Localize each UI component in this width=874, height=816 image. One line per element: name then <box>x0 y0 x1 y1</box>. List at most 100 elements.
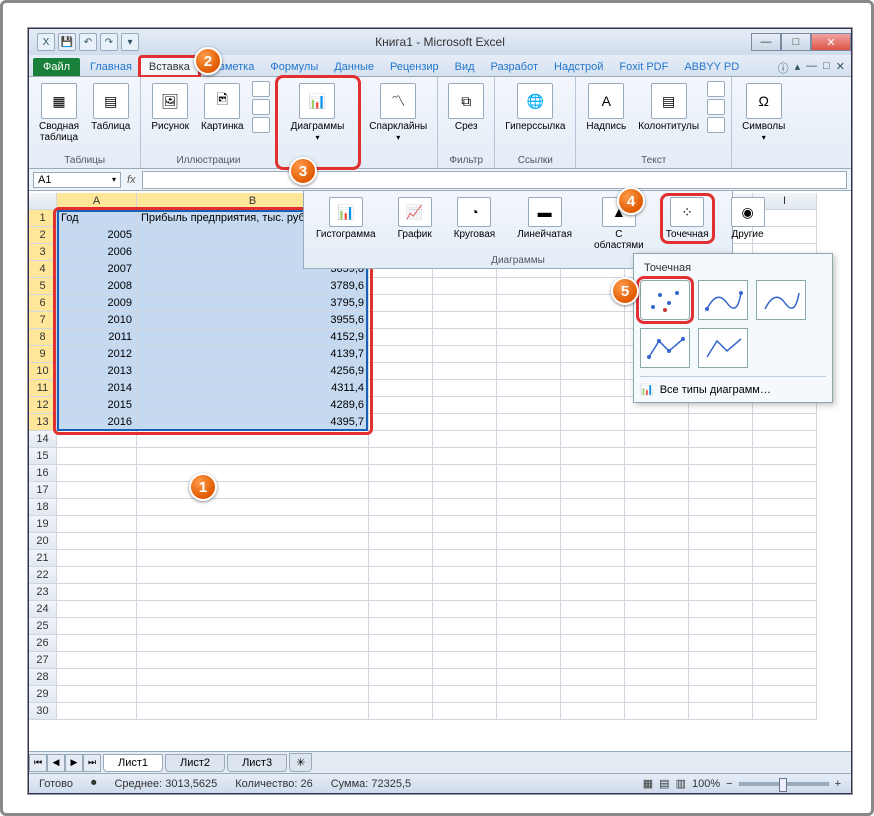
cell[interactable] <box>57 516 137 533</box>
cell[interactable] <box>369 465 433 482</box>
cell[interactable] <box>689 482 753 499</box>
scatter-lines-option[interactable] <box>698 328 748 368</box>
cell[interactable] <box>57 499 137 516</box>
cell[interactable] <box>689 601 753 618</box>
object-icon[interactable] <box>707 117 725 133</box>
row-header[interactable]: 27 <box>29 652 57 669</box>
name-box[interactable]: A1▾ <box>33 172 121 188</box>
table-button[interactable]: ▤ Таблица <box>87 81 134 134</box>
clipart-button[interactable]: 🖻 Картинка <box>197 81 248 134</box>
cell[interactable] <box>369 346 433 363</box>
cell[interactable] <box>497 363 561 380</box>
symbols-button[interactable]: Ω Символы ▾ <box>738 81 789 145</box>
hyperlink-button[interactable]: 🌐 Гиперссылка <box>501 81 569 134</box>
row-header[interactable]: 6 <box>29 295 57 312</box>
cell[interactable] <box>561 618 625 635</box>
cell[interactable] <box>497 295 561 312</box>
cell[interactable] <box>433 584 497 601</box>
cell[interactable] <box>497 465 561 482</box>
doc-max-icon[interactable]: □ <box>823 60 830 76</box>
cell[interactable] <box>753 652 817 669</box>
cell[interactable]: 2006 <box>57 244 137 261</box>
cell[interactable] <box>369 431 433 448</box>
cell[interactable] <box>57 686 137 703</box>
sheet-nav-first[interactable]: ⏮ <box>29 754 47 772</box>
cell[interactable] <box>137 550 369 567</box>
pivot-table-button[interactable]: ▦ Сводная таблица <box>35 81 83 145</box>
cell[interactable] <box>753 550 817 567</box>
cell[interactable] <box>497 448 561 465</box>
cell[interactable] <box>561 550 625 567</box>
cell[interactable] <box>369 329 433 346</box>
tab-home[interactable]: Главная <box>82 58 140 76</box>
cell[interactable]: 2016 <box>57 414 137 431</box>
cell[interactable] <box>689 465 753 482</box>
cell[interactable] <box>689 533 753 550</box>
cell[interactable] <box>497 312 561 329</box>
cell[interactable] <box>625 465 689 482</box>
cell[interactable] <box>369 550 433 567</box>
cell[interactable] <box>689 431 753 448</box>
cell[interactable] <box>497 329 561 346</box>
cell[interactable] <box>497 414 561 431</box>
cell[interactable] <box>561 397 625 414</box>
cell[interactable]: 2014 <box>57 380 137 397</box>
cell[interactable]: 2008 <box>57 278 137 295</box>
cell[interactable] <box>369 397 433 414</box>
formula-input[interactable] <box>142 171 847 189</box>
cell[interactable] <box>753 516 817 533</box>
save-icon[interactable]: 💾 <box>58 33 76 51</box>
cell[interactable] <box>433 516 497 533</box>
scatter-smooth-markers-option[interactable] <box>698 280 748 320</box>
help-icon[interactable]: ⓘ <box>778 60 789 76</box>
cell[interactable] <box>57 567 137 584</box>
cell[interactable] <box>369 516 433 533</box>
cell[interactable] <box>497 652 561 669</box>
cell[interactable] <box>433 499 497 516</box>
cell[interactable] <box>625 550 689 567</box>
scatter-lines-markers-option[interactable] <box>640 328 690 368</box>
file-tab[interactable]: Файл <box>33 58 80 76</box>
cell[interactable] <box>57 431 137 448</box>
cell[interactable] <box>689 567 753 584</box>
cell[interactable] <box>753 584 817 601</box>
cell[interactable] <box>433 652 497 669</box>
row-header[interactable]: 1 <box>29 210 57 227</box>
cell[interactable] <box>625 533 689 550</box>
cell[interactable] <box>625 431 689 448</box>
cell[interactable]: 4289,6 <box>137 397 369 414</box>
tab-insert[interactable]: Вставка <box>140 57 199 76</box>
sheet-tab-2[interactable]: Лист2 <box>165 754 225 772</box>
cell[interactable] <box>497 482 561 499</box>
cell[interactable] <box>369 669 433 686</box>
cell[interactable] <box>497 346 561 363</box>
cell[interactable] <box>369 482 433 499</box>
row-header[interactable]: 8 <box>29 329 57 346</box>
row-header[interactable]: 25 <box>29 618 57 635</box>
chart-type-bar[interactable]: ▬Линейчатая <box>513 195 576 242</box>
cell[interactable] <box>497 550 561 567</box>
row-header[interactable]: 3 <box>29 244 57 261</box>
cell[interactable] <box>497 669 561 686</box>
cell[interactable] <box>497 584 561 601</box>
cell[interactable] <box>561 703 625 720</box>
cell[interactable] <box>137 533 369 550</box>
cell[interactable] <box>497 533 561 550</box>
cell[interactable] <box>625 601 689 618</box>
cell[interactable] <box>137 669 369 686</box>
cell[interactable] <box>561 363 625 380</box>
cell[interactable] <box>497 567 561 584</box>
chart-type-line[interactable]: 📈График <box>394 195 436 242</box>
cell[interactable] <box>57 465 137 482</box>
cell[interactable]: Год <box>57 210 137 227</box>
new-sheet-button[interactable]: ✳ <box>289 753 312 772</box>
cell[interactable] <box>689 448 753 465</box>
cell[interactable] <box>753 499 817 516</box>
row-header[interactable]: 5 <box>29 278 57 295</box>
row-header[interactable]: 2 <box>29 227 57 244</box>
cell[interactable] <box>369 686 433 703</box>
cell[interactable] <box>137 499 369 516</box>
cell[interactable] <box>561 669 625 686</box>
cell[interactable] <box>137 618 369 635</box>
cell[interactable] <box>625 414 689 431</box>
